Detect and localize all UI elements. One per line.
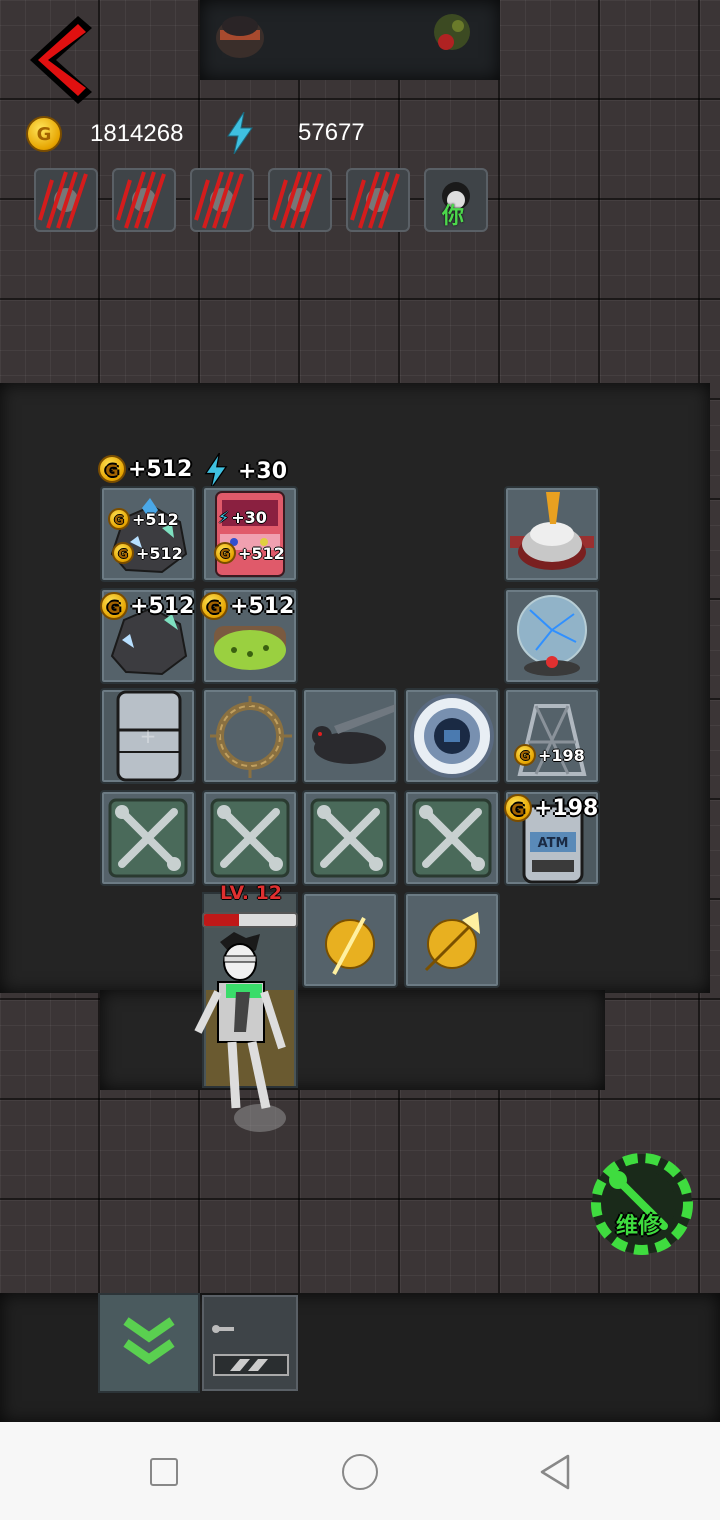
tile-wrench-slot-3[interactable] [302,790,398,886]
tile-generator-frame[interactable]: G +198 [504,688,600,784]
claw-slash-icon [272,171,322,229]
bed-gold: G +512 [200,592,294,620]
tile-vault-door[interactable] [404,688,500,784]
claw-slash-icon [194,171,244,229]
room-shell-lower [100,990,605,1090]
golden-axe-orb-icon [424,912,480,972]
generator-icon [517,704,587,776]
coin-icon: G [108,508,130,530]
hunter-slot-3[interactable] [190,168,254,232]
coin-icon: G [504,794,532,822]
double-chevron-down-icon [123,1317,175,1365]
atm-gold: G +198 [504,794,598,822]
tile-green-bed[interactable]: G +512 [200,588,298,684]
claw-slash-icon [350,171,400,229]
tile-wrench-slot-1[interactable] [100,790,196,886]
tile-arcade-machine[interactable]: ⚡ +30 G +512 [202,486,298,582]
golden-sword-orb-icon [325,917,375,975]
coin-icon: G [214,542,236,564]
tile-crystal-ore-1[interactable]: G +512 G +512 [100,486,196,582]
hunter-slot-4[interactable] [268,168,332,232]
back-nav-button[interactable] [538,1454,572,1490]
door-hp-bar [202,912,298,928]
hunter-slot-2[interactable] [112,168,176,232]
coin-icon: G [100,592,128,620]
tile-golden-axe-orb[interactable] [404,892,500,988]
home-button[interactable] [342,1454,378,1490]
player-level-label: LV. 12 [220,882,283,904]
coin-icon: G [514,744,536,766]
hunter-slot-1[interactable] [34,168,98,232]
gear-wrench-icon [591,1153,693,1255]
tile-golden-sword-orb[interactable] [302,892,398,988]
wrench-build-icon [210,798,290,878]
claw-slash-icon [38,171,88,229]
wrench-build-icon [412,798,492,878]
arcade-machine-icon [215,491,285,577]
tile-fridge[interactable]: + [100,688,196,784]
game-stage: G 1814268 57677 你 G +512 +30 G +512 G +5… [0,0,720,1422]
gold-amount: 1814268 [90,120,184,147]
vault-door-icon [410,694,494,778]
descend-button[interactable] [98,1293,200,1393]
war-drum-icon [510,492,594,570]
tile-war-drum[interactable] [504,486,600,582]
wrench-build-icon [310,798,390,878]
key-slot-icon [212,1325,289,1376]
repair-label: 维修 [616,1214,661,1239]
gold-counter: G 1814268 [26,116,183,152]
helmet-item-icon[interactable] [208,4,272,64]
energy-bolt-icon [204,453,228,489]
crystal-gold-a: G +512 [108,508,179,530]
room-energy-value: +30 [238,458,288,484]
plasma-globe-icon [517,595,587,676]
svg-text:ATM: ATM [538,836,569,851]
energy-amount: 57677 [298,119,365,146]
plus-icon: + [139,724,157,748]
upper-right-corridor [600,0,720,180]
crystal-gold-b: G +512 [112,542,183,564]
tile-wrench-slot-2[interactable] [202,790,298,886]
hunter-slot-5[interactable] [346,168,410,232]
generator-gold: G +198 [514,744,585,766]
room-gold-income: G +512 [98,455,192,483]
door-hp-fill [204,914,239,926]
claw-slash-icon [116,171,166,229]
crystal-2-gold: G +512 [100,592,194,620]
rose-item-icon[interactable] [418,4,482,64]
thorn-wreath-icon [210,696,292,778]
recent-apps-button[interactable] [150,1458,178,1486]
energy-counter: 57677 [226,112,365,154]
crystal-ore-icon [110,498,188,574]
back-button[interactable] [26,12,96,108]
room-gold-value: +512 [128,456,193,482]
hunter-slot-you[interactable]: 你 [424,168,488,232]
tile-plasma-globe[interactable] [504,588,600,684]
tile-atm[interactable]: ATM G +198 [504,790,600,886]
coin-icon: G [200,592,228,620]
player-character[interactable] [190,932,290,1132]
system-nav-bar [0,1422,720,1520]
coin-icon: G [98,455,126,483]
tile-wrench-slot-4[interactable] [404,790,500,886]
energy-bolt-icon [227,112,253,154]
door-control-panel[interactable] [202,1295,298,1391]
tile-crystal-ore-2[interactable]: G +512 [100,588,196,684]
room-energy-income: +30 [204,453,287,489]
energy-bolt-icon: ⚡ [218,508,230,527]
repair-button[interactable]: 维修 [590,1152,694,1256]
arcade-energy-income: ⚡ +30 [218,508,267,527]
gold-coin-icon: G [26,116,62,152]
black-dog-icon [312,704,396,764]
tile-thorn-wreath[interactable] [202,688,298,784]
arcade-gold-income: G +512 [214,542,285,564]
coin-icon: G [112,542,134,564]
you-label: 你 [442,204,465,229]
tile-black-dog-sword[interactable] [302,688,398,784]
wrench-build-icon [108,798,188,878]
